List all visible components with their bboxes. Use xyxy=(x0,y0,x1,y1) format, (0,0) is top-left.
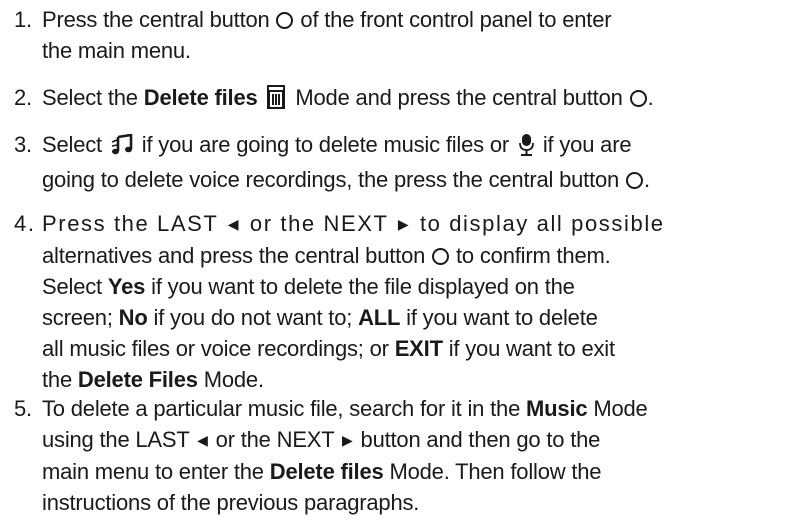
step-2: 2. Select the Delete files Mode and press… xyxy=(14,82,654,117)
step-4: 4. Press the LAST ◀ or the NEXT ▶ to disp… xyxy=(14,208,665,395)
central-button-icon xyxy=(432,248,450,265)
central-button-icon xyxy=(626,172,643,189)
step-4-line-5: all music files or voice recordings; or … xyxy=(42,336,615,361)
left-triangle-icon: ◀ xyxy=(197,432,208,448)
step-4-line-4: screen; No if you do not want to; ALL if… xyxy=(42,305,598,330)
step-number: 2. xyxy=(14,85,32,110)
step-1: 1. Press the central button of the front … xyxy=(14,4,612,66)
step-1-line-1: 1. Press the central button of the front … xyxy=(14,4,612,35)
step-number: 4. xyxy=(14,211,36,236)
step-2-line-1: 2. Select the Delete files Mode and press… xyxy=(14,82,654,117)
delete-files-label: Delete files xyxy=(143,85,258,110)
step-4-line-1: 4. Press the LAST ◀ or the NEXT ▶ to disp… xyxy=(14,208,665,240)
step-4-line-3: Select Yes if you want to delete the fil… xyxy=(42,274,575,299)
step-3-line-1: 3. Select if you are going to delete musi… xyxy=(14,129,650,164)
step-number: 1. xyxy=(14,7,32,32)
microphone-icon xyxy=(518,133,534,164)
central-button-icon xyxy=(276,12,294,29)
delete-files-icon xyxy=(266,85,286,117)
step-5-line-2: using the LAST ◀ or the NEXT ▶ button an… xyxy=(14,424,648,456)
step-number: 5. xyxy=(14,396,32,421)
right-triangle-icon: ▶ xyxy=(397,216,411,232)
step-5: 5. To delete a particular music file, sea… xyxy=(14,393,648,518)
step-4-line-6: the Delete Files Mode. xyxy=(42,367,264,392)
step-4-line-2: alternatives and press the central butto… xyxy=(42,243,611,268)
right-triangle-icon: ▶ xyxy=(342,432,353,448)
step-5-line-3: main menu to enter the Delete files Mode… xyxy=(42,459,602,484)
step-number: 3. xyxy=(14,132,32,157)
music-note-icon xyxy=(111,133,133,164)
step-3-line-2: going to delete voice recordings, the pr… xyxy=(42,167,650,192)
step-3: 3. Select if you are going to delete musi… xyxy=(14,129,650,195)
step-5-line-4: instructions of the previous paragraphs. xyxy=(42,490,420,515)
left-triangle-icon: ◀ xyxy=(227,216,241,232)
step-5-line-1: 5. To delete a particular music file, sea… xyxy=(14,393,648,424)
step-1-line-2: the main menu. xyxy=(42,38,191,63)
central-button-icon xyxy=(629,90,647,107)
